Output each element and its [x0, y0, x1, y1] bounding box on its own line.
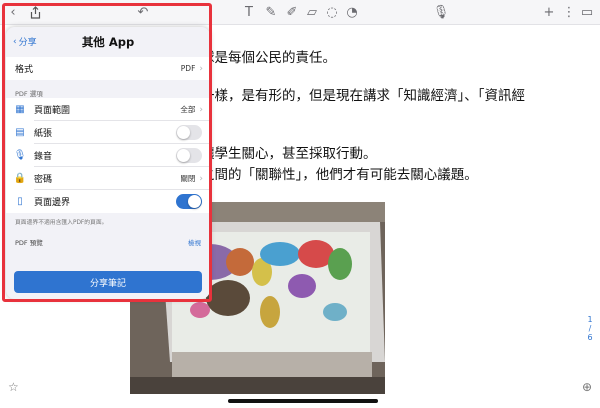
pdf-preview-view-link[interactable]: 檢視 — [188, 237, 210, 247]
audio-label: 錄音 — [34, 152, 53, 162]
format-label: 格式 — [15, 65, 34, 75]
paper-label: 紙張 — [34, 129, 53, 139]
undo-icon[interactable]: ↶ — [134, 3, 152, 21]
paper-icon: ▤ — [15, 127, 25, 138]
paper-row: ▤ 紙張 — [6, 121, 210, 144]
mic-icon: 🎙 — [13, 150, 27, 161]
pdf-options-section-label: PDF 選項 — [15, 90, 43, 98]
page-border-row: ▯ 頁面邊界 — [6, 190, 210, 213]
note-line-4: 之間的「關聯性」，他們才有可能去關心議題。 — [201, 167, 478, 183]
top-toolbar: ‹ ↶ T ✎ ✐ ▱ ◌ ◔ 🎙 + ⋮ ▭ — [0, 0, 600, 25]
share-icon[interactable] — [26, 3, 44, 21]
audio-row: 🎙 錄音 — [6, 144, 210, 167]
mic-icon[interactable]: 🎙 — [432, 3, 450, 21]
chevron-right-icon: › — [199, 104, 203, 115]
share-note-button[interactable]: 分享筆記 — [14, 271, 202, 293]
total-pages: 6 — [587, 333, 593, 342]
lock-icon: 🔒 — [13, 173, 27, 184]
lasso-icon[interactable]: ◌ — [323, 3, 341, 21]
format-value: PDF — [180, 64, 196, 73]
more-icon[interactable]: ⋮ — [560, 3, 578, 21]
page-range-label: 頁面範圍 — [34, 106, 71, 116]
chevron-right-icon: › — [199, 173, 203, 184]
pages-icon[interactable]: ▭ — [578, 3, 596, 21]
share-popover: ‹ 分享 其他 App 格式 PDF › PDF 選項 ▦ 頁面範圍 全部 › … — [6, 27, 210, 299]
text-icon[interactable]: T — [240, 3, 258, 21]
popover-title: 其他 App — [81, 35, 135, 49]
back-icon[interactable]: ‹ — [4, 3, 22, 21]
page-border-toggle[interactable] — [176, 194, 202, 209]
pdf-preview-label: PDF 預覽 — [15, 239, 43, 247]
page-range-value: 全部 — [180, 105, 196, 114]
page-border-label: 頁面邊界 — [34, 198, 71, 208]
eraser-icon[interactable]: ▱ — [303, 3, 321, 21]
zoom-icon[interactable]: ⊕ — [582, 380, 592, 394]
password-value: 關閉 — [180, 174, 196, 183]
audio-toggle[interactable] — [176, 148, 202, 163]
format-row[interactable]: 格式 PDF › — [6, 57, 210, 80]
current-page: 1 — [587, 315, 593, 324]
add-icon[interactable]: + — [540, 3, 558, 21]
note-line-3: 讓學生關心，甚至採取行動。 — [201, 146, 377, 162]
page-border-icon: ▯ — [17, 196, 23, 207]
paper-toggle[interactable] — [176, 125, 202, 140]
popover-header: ‹ 分享 其他 App — [6, 27, 210, 57]
note-line-1: 球是每個公民的責任。 — [201, 50, 336, 66]
page-indicator[interactable]: 1 / 6 — [584, 315, 596, 342]
grid-icon: ▦ — [15, 104, 25, 115]
pen-icon[interactable]: ✎ — [262, 3, 280, 21]
highlighter-icon[interactable]: ✐ — [283, 3, 301, 21]
page-border-note: 頁面邊界不適用含匯入PDF的頁面。 — [15, 220, 108, 226]
page-range-row[interactable]: ▦ 頁面範圍 全部 › — [6, 98, 210, 121]
note-line-2: 一樣，是有形的，但是現在講求「知識經濟」、「資訊經 — [201, 88, 525, 104]
chevron-right-icon: › — [199, 63, 203, 74]
home-indicator — [228, 399, 378, 403]
password-row[interactable]: 🔒 密碼 關閉 › — [6, 167, 210, 190]
password-label: 密碼 — [34, 175, 53, 185]
star-icon[interactable]: ☆ — [8, 380, 19, 394]
shape-icon[interactable]: ◔ — [343, 3, 361, 21]
pdf-preview-row: PDF 預覽 檢視 — [6, 231, 210, 247]
page-separator: / — [588, 324, 592, 333]
